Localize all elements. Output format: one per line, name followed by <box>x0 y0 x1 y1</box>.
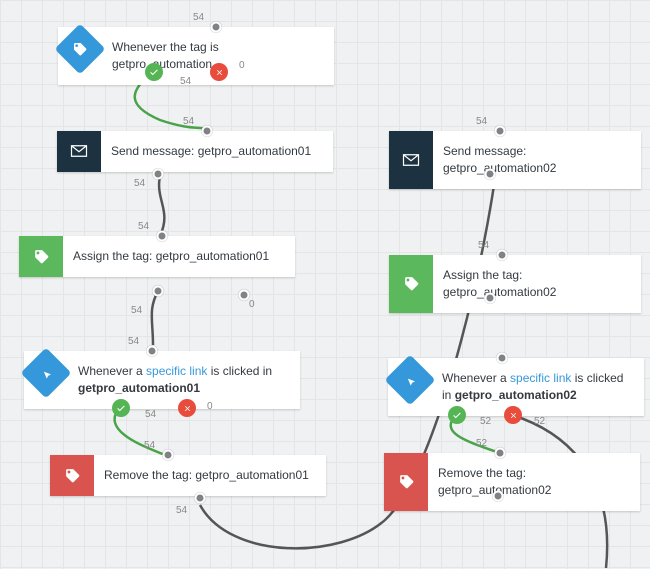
yes-badge[interactable] <box>448 406 466 424</box>
no-badge[interactable] <box>178 399 196 417</box>
port-in-label: 54 <box>476 116 487 127</box>
assign-tag-node-1[interactable]: Assign the tag: getpro_automation01 <box>19 236 295 277</box>
port-in[interactable] <box>497 353 508 364</box>
port-yes-label: 54 <box>180 76 191 87</box>
port-out-left[interactable] <box>153 286 164 297</box>
tag-icon <box>389 255 433 313</box>
port-in-label: 54 <box>128 336 139 347</box>
port-no-label: 0 <box>239 60 245 71</box>
port-in-label: 54 <box>193 12 204 23</box>
port-out[interactable] <box>485 169 496 180</box>
specific-link[interactable]: specific link <box>510 371 571 385</box>
yes-badge[interactable] <box>112 399 130 417</box>
port-in-label: 52 <box>476 438 487 449</box>
link-click-trigger-1[interactable]: Whenever a specific link is clicked in g… <box>24 351 300 409</box>
remove-tag-node-1[interactable]: Remove the tag: getpro_automation01 <box>50 455 326 496</box>
port-in[interactable] <box>163 450 174 461</box>
node-label: Whenever a specific link is clicked in g… <box>442 370 630 404</box>
tag-icon <box>58 27 102 71</box>
assign-tag-node-2[interactable]: Assign the tag: getpro_automation02 <box>389 255 641 313</box>
node-label: Send message: getpro_automation01 <box>111 143 311 160</box>
port-in[interactable] <box>147 346 158 357</box>
port-in[interactable] <box>495 448 506 459</box>
port-in[interactable] <box>497 250 508 261</box>
port-out[interactable] <box>195 493 206 504</box>
port-in[interactable] <box>495 126 506 137</box>
port-out-right[interactable] <box>239 290 250 301</box>
port-in-label: 54 <box>183 116 194 127</box>
trigger-tag-node[interactable]: Whenever the tag is getpro_automation <box>58 27 334 85</box>
tag-icon <box>19 236 63 277</box>
tag-icon <box>384 453 428 511</box>
send-message-node-2[interactable]: Send message: getpro_automation02 <box>389 131 641 189</box>
remove-tag-node-2[interactable]: Remove the tag: getpro_automation02 <box>384 453 640 511</box>
node-label: Assign the tag: getpro_automation02 <box>443 267 627 301</box>
no-badge[interactable] <box>210 63 228 81</box>
port-no-label: 52 <box>534 416 545 427</box>
port-out[interactable] <box>153 169 164 180</box>
cursor-click-icon <box>388 358 432 402</box>
port-in[interactable] <box>157 231 168 242</box>
port-in[interactable] <box>211 22 222 33</box>
port-in-label: 54 <box>478 240 489 251</box>
node-label: Send message: getpro_automation02 <box>443 143 627 177</box>
yes-badge[interactable] <box>145 63 163 81</box>
port-yes-label: 52 <box>480 416 491 427</box>
tag-icon <box>50 455 94 496</box>
port-yes-label: 54 <box>145 409 156 420</box>
port-in[interactable] <box>202 126 213 137</box>
envelope-icon <box>57 131 101 172</box>
port-no-label: 0 <box>207 401 213 412</box>
port-out[interactable] <box>493 491 504 502</box>
specific-link[interactable]: specific link <box>146 364 207 378</box>
port-in-label: 54 <box>138 221 149 232</box>
port-in-label: 54 <box>144 440 155 451</box>
node-label: Whenever a specific link is clicked in g… <box>78 363 286 397</box>
node-label: Assign the tag: getpro_automation01 <box>73 248 269 265</box>
port-out-right-label: 0 <box>249 299 255 310</box>
node-label: Remove the tag: getpro_automation02 <box>438 465 626 499</box>
cursor-click-icon <box>24 351 68 395</box>
node-label: Remove the tag: getpro_automation01 <box>104 467 309 484</box>
envelope-icon <box>389 131 433 189</box>
port-out-label: 54 <box>134 178 145 189</box>
no-badge[interactable] <box>504 406 522 424</box>
port-out-label: 54 <box>176 505 187 516</box>
send-message-node-1[interactable]: Send message: getpro_automation01 <box>57 131 333 172</box>
port-out-left-label: 54 <box>131 305 142 316</box>
port-out[interactable] <box>485 293 496 304</box>
